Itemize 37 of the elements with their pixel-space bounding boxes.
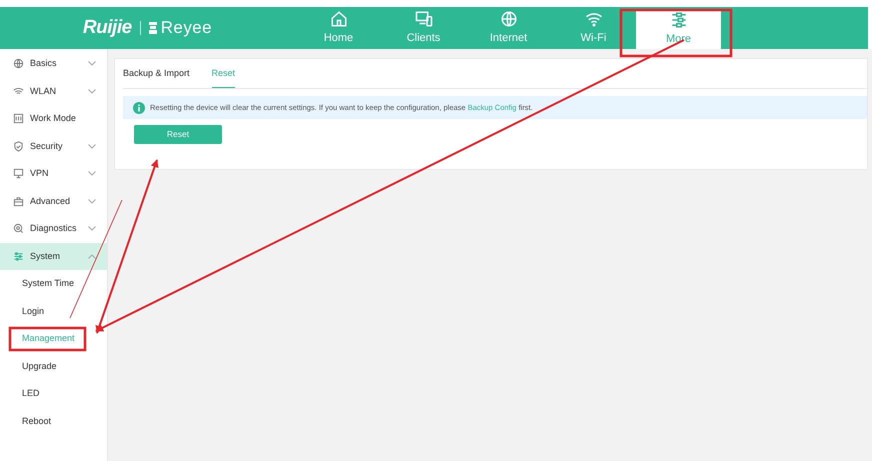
sliders-icon — [13, 250, 24, 262]
sidebar-item[interactable]: System — [0, 242, 107, 270]
shield-icon — [13, 140, 24, 152]
sidebar-item[interactable]: Work Mode — [0, 105, 107, 132]
magnifier-icon — [13, 223, 24, 234]
sidebar-item[interactable]: Basics — [0, 50, 107, 78]
chevron-down-icon — [88, 61, 96, 66]
monitor-icon — [13, 168, 24, 180]
emblem-icon — [148, 22, 157, 34]
sidebar-item[interactable]: WLAN — [0, 78, 107, 105]
devices-icon — [414, 10, 432, 28]
tab[interactable]: Backup & Import — [123, 66, 190, 88]
chevron-down-icon — [88, 144, 96, 149]
panel-icon — [13, 113, 24, 124]
sidebar-subitem[interactable]: LED — [0, 380, 107, 408]
sidebar-item[interactable]: Advanced — [0, 188, 107, 215]
sidebar-subitem[interactable]: Login — [0, 298, 107, 325]
product-logo: Reyee — [160, 17, 212, 40]
info-icon — [133, 102, 145, 114]
sidebar-item[interactable]: Security — [0, 132, 107, 160]
chevron-down-icon — [88, 88, 96, 94]
sliders-icon — [670, 11, 688, 30]
sidebar-subitem[interactable]: Upgrade — [0, 352, 107, 380]
sidebar-item[interactable]: Diagnostics — [0, 215, 107, 242]
briefcase-icon — [13, 196, 24, 207]
wifi-icon — [13, 86, 24, 97]
sidebar-subitem[interactable]: System Time — [0, 270, 107, 298]
globe-icon — [13, 58, 24, 70]
chevron-up-icon — [88, 254, 96, 259]
home-icon — [330, 10, 348, 28]
chevron-down-icon — [88, 198, 96, 204]
chevron-down-icon — [88, 226, 96, 232]
sidebar-subitem[interactable]: Reboot — [0, 408, 107, 435]
chevron-down-icon — [88, 171, 96, 176]
globe-icon — [500, 10, 518, 28]
sidebar-item[interactable]: VPN — [0, 160, 107, 188]
brand-logo: Ruijie — [82, 16, 132, 40]
